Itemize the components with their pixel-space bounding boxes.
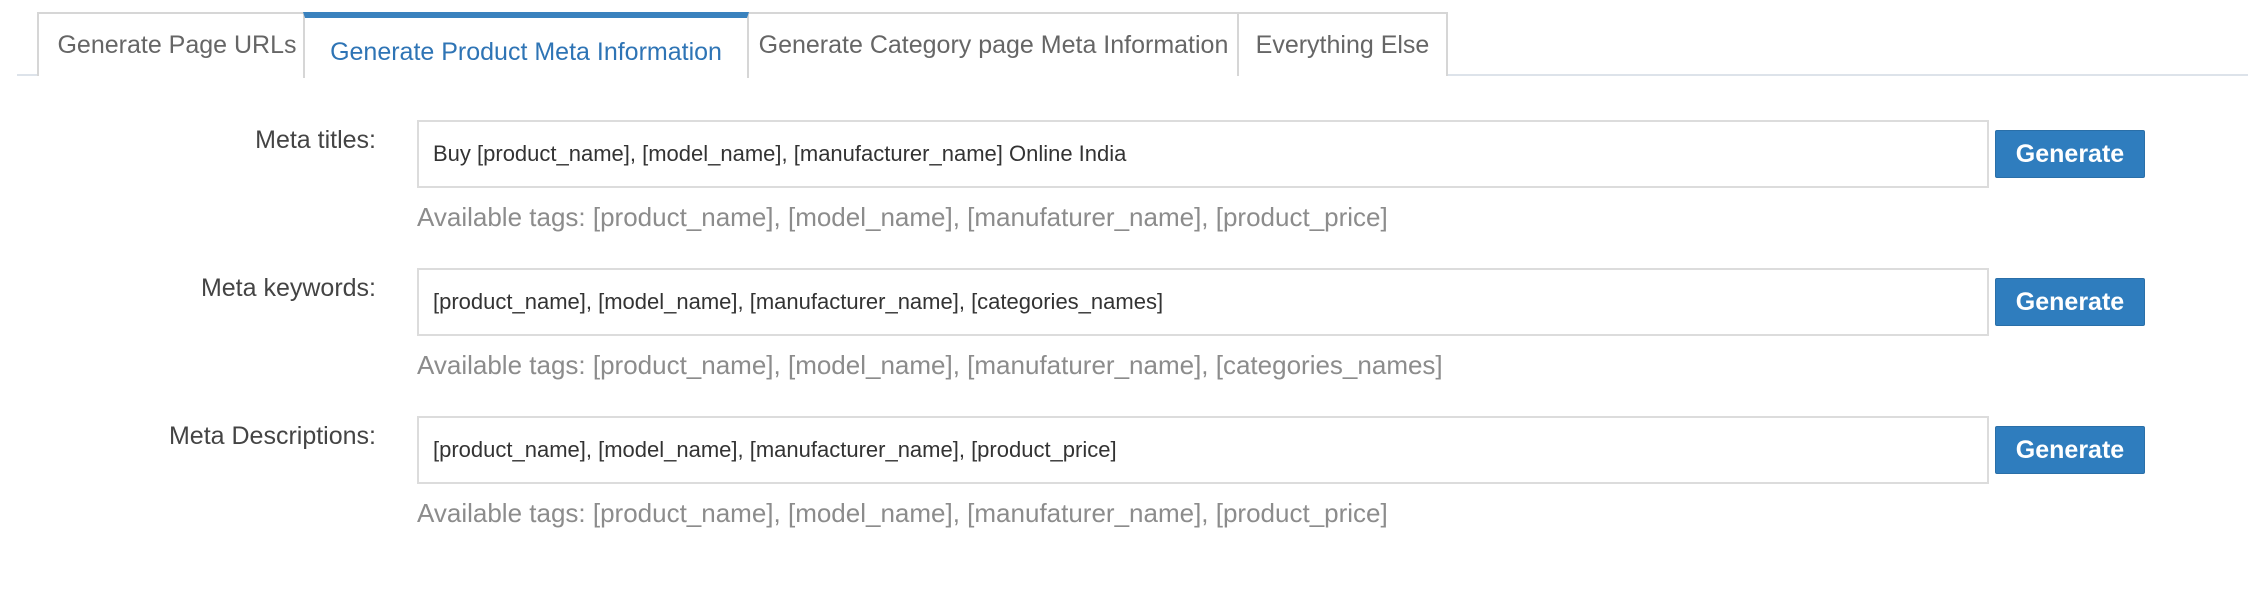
tab-generate-page-urls[interactable]: Generate Page URLs — [37, 12, 317, 76]
tab-everything-else[interactable]: Everything Else — [1237, 12, 1448, 76]
meta-descriptions-hint: Available tags: [product_name], [model_n… — [417, 498, 1388, 528]
meta-descriptions-input[interactable] — [417, 416, 1989, 484]
meta-titles-label: Meta titles: — [255, 126, 376, 154]
meta-descriptions-label: Meta Descriptions: — [168, 422, 376, 450]
meta-keywords-label: Meta keywords: — [200, 274, 376, 302]
meta-keywords-generate-button[interactable]: Generate — [1995, 278, 2145, 326]
tab-generate-product-meta[interactable]: Generate Product Meta Information — [303, 12, 749, 78]
meta-keywords-input[interactable] — [417, 268, 1989, 336]
meta-descriptions-generate-button[interactable]: Generate — [1995, 426, 2145, 474]
tab-generate-category-meta[interactable]: Generate Category page Meta Information — [736, 12, 1251, 76]
tab-bar: Generate Page URLs Generate Product Meta… — [17, 0, 2248, 78]
meta-titles-input[interactable] — [417, 120, 1989, 188]
meta-keywords-hint: Available tags: [product_name], [model_n… — [417, 350, 1443, 380]
meta-titles-generate-button[interactable]: Generate — [1995, 130, 2145, 178]
meta-titles-hint: Available tags: [product_name], [model_n… — [417, 202, 1388, 232]
